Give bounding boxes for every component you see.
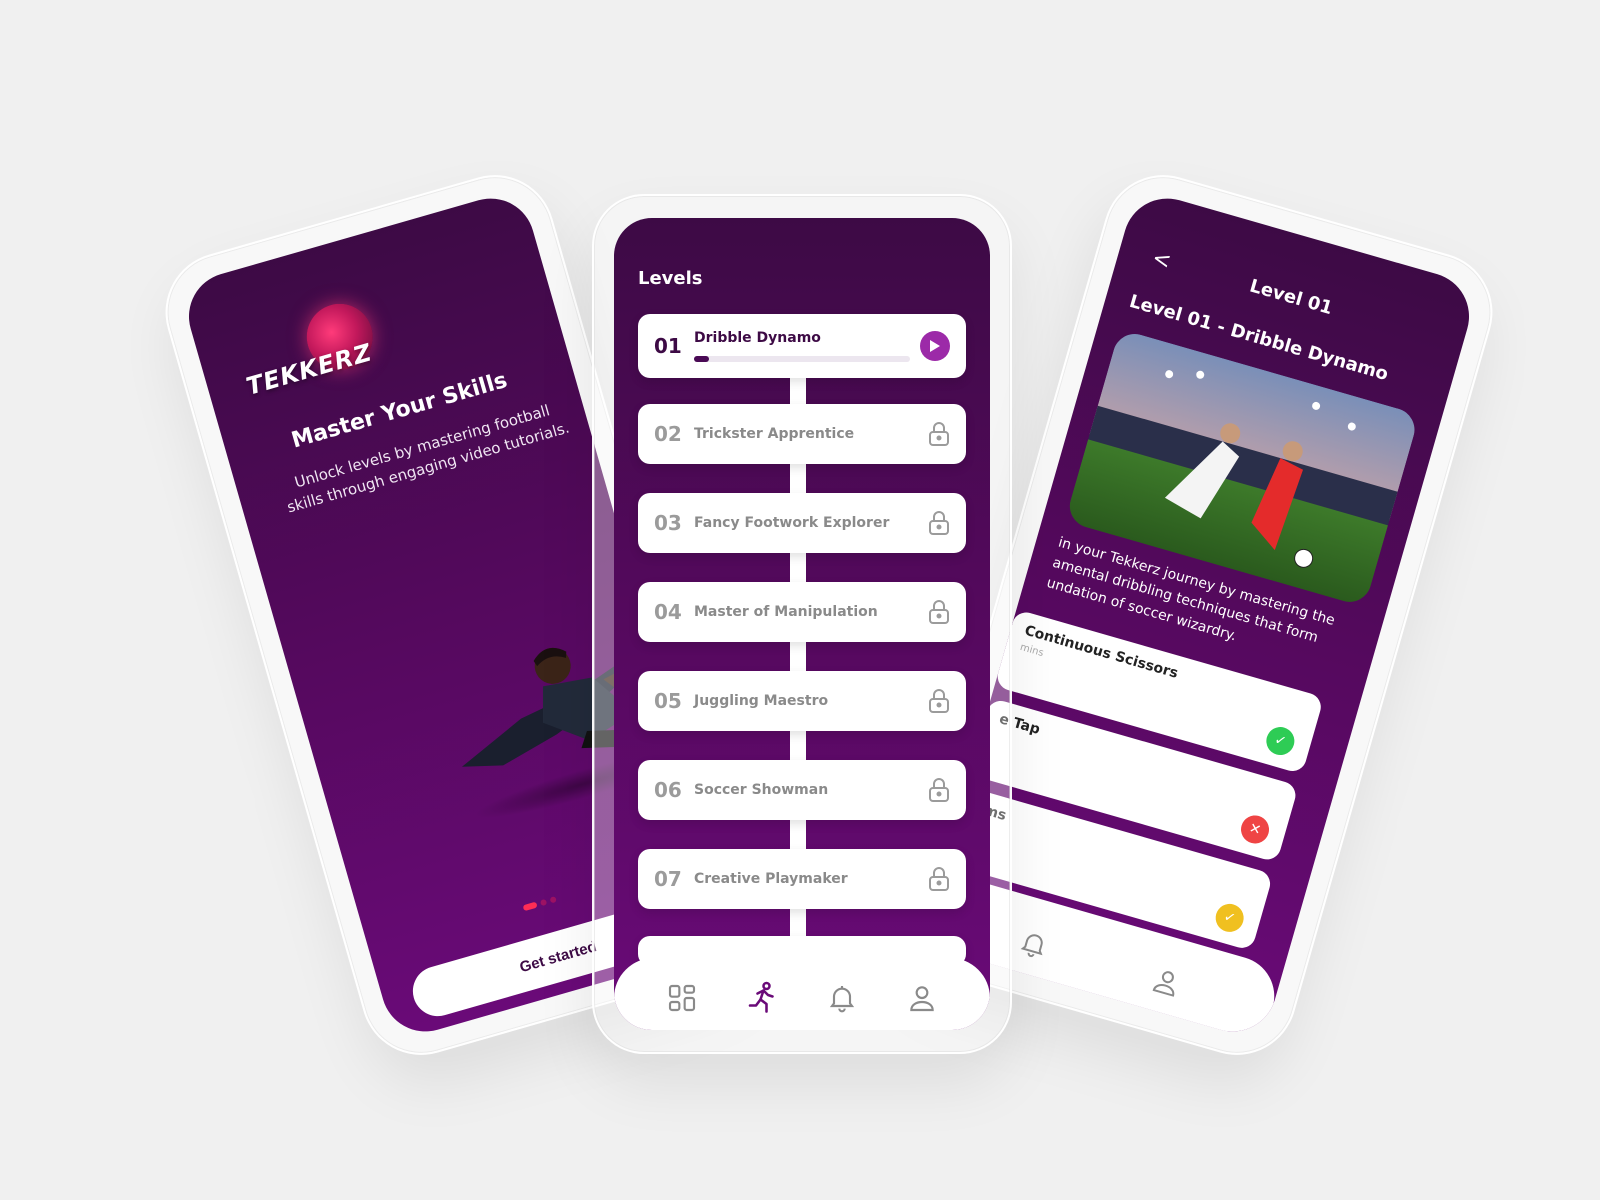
partial-check-icon: ✓ (1212, 900, 1247, 936)
pagination-dot-active[interactable] (522, 901, 538, 912)
pagination-dot[interactable] (539, 898, 548, 907)
level-card-02[interactable]: 02 Trickster Apprentice (638, 404, 966, 464)
level-number: 01 (654, 334, 682, 358)
level-name: Fancy Footwork Explorer (694, 515, 890, 531)
level-name: Dribble Dynamo (694, 330, 821, 346)
level-name: Juggling Maestro (694, 693, 829, 709)
grid-icon[interactable] (664, 980, 700, 1016)
level-progress-fill (694, 356, 710, 362)
level-number: 04 (654, 600, 682, 624)
level-number: 06 (654, 778, 682, 802)
level-number: 03 (654, 511, 682, 535)
level-card-04[interactable]: 04 Master of Manipulation (638, 582, 966, 642)
lock-icon (929, 600, 949, 624)
bell-icon[interactable] (1012, 922, 1057, 967)
onboarding-pagination (522, 896, 557, 912)
levels-title: Levels (638, 268, 703, 289)
level-name: Creative Playmaker (694, 871, 848, 887)
play-icon[interactable] (920, 331, 950, 361)
close-icon: ✕ (1237, 812, 1273, 847)
levels-phone: Levels 01 Dribble Dynamo 02 Trickster Ap… (592, 194, 1012, 1054)
lock-icon (929, 422, 949, 446)
running-icon[interactable] (744, 980, 780, 1016)
lock-icon (929, 511, 949, 535)
level-card-07[interactable]: 07 Creative Playmaker (638, 849, 966, 909)
level-card-06[interactable]: 06 Soccer Showman (638, 760, 966, 820)
bell-icon[interactable] (824, 980, 860, 1016)
lock-icon (929, 867, 949, 891)
user-icon[interactable] (904, 980, 940, 1016)
level-name: Soccer Showman (694, 782, 829, 798)
levels-screen: Levels 01 Dribble Dynamo 02 Trickster Ap… (614, 218, 990, 1030)
tekkerz-logo: TEKKERZ (232, 292, 401, 420)
level-progress-bar (694, 356, 910, 362)
level-number: 02 (654, 422, 682, 446)
level-card-05[interactable]: 05 Juggling Maestro (638, 671, 966, 731)
lock-icon (929, 778, 949, 802)
mockup-stage: TEKKERZ Master Your Skills Unlock levels… (0, 0, 1600, 1200)
level-name: Master of Manipulation (694, 604, 878, 620)
levels-bottom-nav (614, 958, 990, 1030)
level-card-01[interactable]: 01 Dribble Dynamo (638, 314, 966, 378)
pagination-dot[interactable] (549, 896, 557, 904)
level-name: Trickster Apprentice (694, 426, 855, 442)
lock-icon (929, 689, 949, 713)
level-number: 05 (654, 689, 682, 713)
level-number: 07 (654, 867, 682, 891)
level-card-03[interactable]: 03 Fancy Footwork Explorer (638, 493, 966, 553)
user-icon[interactable] (1144, 960, 1189, 1005)
